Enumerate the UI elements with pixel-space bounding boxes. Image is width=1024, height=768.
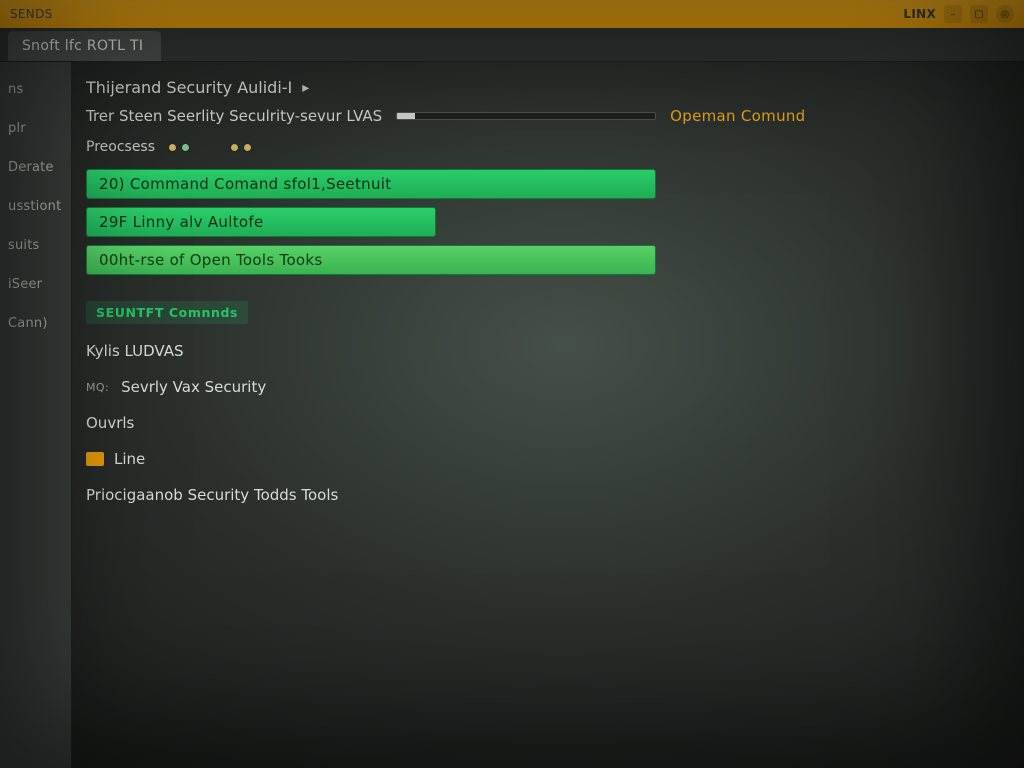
- tab-title: Snoft lfc ROTL TI: [22, 38, 143, 54]
- result-bar-1[interactable]: 29F Linny alv Aultofe: [86, 207, 436, 237]
- titlebar-controls: LINX – ▢ ◎: [903, 5, 1014, 23]
- expand-icon[interactable]: ▸: [302, 80, 309, 96]
- result-bar-label: 20) Command Comand sfol1,Seetnuit: [99, 175, 391, 193]
- warning-chip-icon: [86, 452, 104, 466]
- status-dots-2: [231, 144, 251, 151]
- scan-progress: [396, 112, 656, 120]
- list-item-label: Line: [114, 450, 145, 468]
- list-item-3[interactable]: Line: [86, 450, 1006, 468]
- os-label: LINX: [903, 7, 936, 21]
- status-dot: [169, 144, 176, 151]
- list-item-label: Kylis LUDVAS: [86, 342, 184, 360]
- result-bar-0[interactable]: 20) Command Comand sfol1,Seetnuit: [86, 169, 656, 199]
- sidebar-item-1[interactable]: plr: [0, 109, 71, 148]
- tab-strip: Snoft lfc ROTL TI: [0, 28, 1024, 62]
- section-commands-label: SEUNTFT Comnnds: [86, 301, 248, 324]
- status-dot: [182, 144, 189, 151]
- sidebar-item-2[interactable]: Derate: [0, 148, 71, 187]
- header-subtitle: Trer Steen Seerlity Seculrity-sevur LVAS: [86, 107, 382, 125]
- header-row-2: Trer Steen Seerlity Seculrity-sevur LVAS…: [86, 107, 1006, 125]
- maximize-button[interactable]: ▢: [970, 5, 988, 23]
- result-bar-label: 00ht-rse of Open Tools Tooks: [99, 251, 323, 269]
- header-row-1: Thijerand Security Aulidi-I ▸: [86, 78, 1006, 97]
- sidebar-item-4[interactable]: suits: [0, 226, 71, 265]
- processes-label: Preocsess: [86, 139, 155, 155]
- result-bar-2[interactable]: 00ht-rse of Open Tools Tooks: [86, 245, 656, 275]
- list-item-4[interactable]: Priocigaanob Security Todds Tools: [86, 486, 1006, 504]
- sidebar-item-5[interactable]: iSeer: [0, 265, 71, 304]
- list-item-1[interactable]: MQ: Sevrly Vax Security: [86, 378, 1006, 396]
- sidebar-item-3[interactable]: usstiont: [0, 187, 71, 226]
- list-item-label: Sevrly Vax Security: [121, 378, 266, 396]
- status-dot: [231, 144, 238, 151]
- list-item-0[interactable]: Kylis LUDVAS: [86, 342, 1006, 360]
- sidebar-item-6[interactable]: Cann): [0, 304, 71, 343]
- sidebar: ns plr Derate usstiont suits iSeer Cann): [0, 62, 72, 768]
- titlebar-left-hint: SENDS: [10, 7, 53, 21]
- sidebar-item-0[interactable]: ns: [0, 70, 71, 109]
- status-link[interactable]: Opeman Comund: [670, 107, 805, 125]
- status-dot: [244, 144, 251, 151]
- list-item-prefix: MQ:: [86, 381, 109, 394]
- close-button[interactable]: ◎: [996, 5, 1014, 23]
- result-bar-label: 29F Linny alv Aultofe: [99, 213, 263, 231]
- list-item-label: Priocigaanob Security Todds Tools: [86, 486, 338, 504]
- processes-row: Preocsess: [86, 139, 1006, 155]
- window-titlebar: SENDS LINX – ▢ ◎: [0, 0, 1024, 28]
- list-item-label: Ouvrls: [86, 414, 134, 432]
- tab-main[interactable]: Snoft lfc ROTL TI: [8, 31, 161, 61]
- status-dots-1: [169, 144, 189, 151]
- list-item-2[interactable]: Ouvrls: [86, 414, 1006, 432]
- header-title: Thijerand Security Aulidi-I: [86, 78, 292, 97]
- scan-progress-fill: [397, 113, 415, 119]
- main-panel: Thijerand Security Aulidi-I ▸ Trer Steen…: [72, 62, 1024, 768]
- minimize-button[interactable]: –: [944, 5, 962, 23]
